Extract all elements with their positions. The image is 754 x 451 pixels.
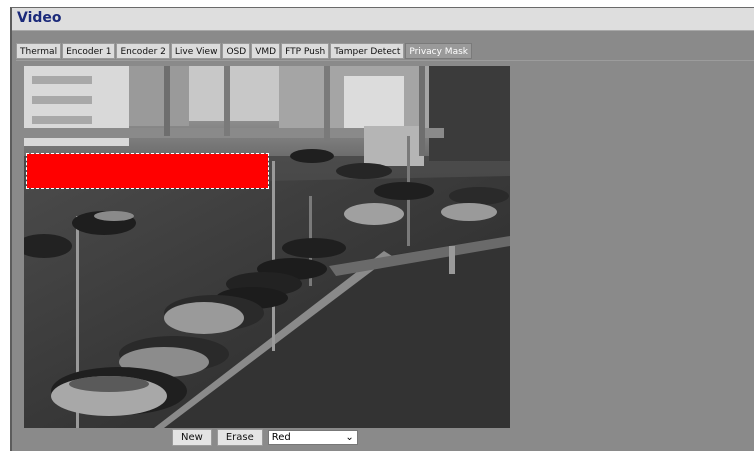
chevron-down-icon: ⌄ (345, 432, 354, 443)
thermal-video-preview[interactable] (24, 66, 510, 428)
tab-encoder-2[interactable]: Encoder 2 (116, 43, 170, 59)
mask-color-select-value: Red (271, 432, 291, 443)
tab-bar: Thermal Encoder 1 Encoder 2 Live View OS… (16, 43, 473, 60)
tab-osd[interactable]: OSD (222, 43, 251, 59)
tab-vmd[interactable]: VMD (251, 43, 281, 59)
tab-privacy-mask[interactable]: Privacy Mask (405, 43, 472, 59)
tab-ftp-push[interactable]: FTP Push (281, 43, 330, 59)
new-mask-button[interactable]: New (172, 429, 212, 446)
section-header: Video (12, 8, 754, 31)
privacy-mask-region[interactable] (26, 153, 269, 189)
tab-thermal[interactable]: Thermal (16, 43, 62, 59)
privacy-mask-controls: New Erase Red ⌄ (172, 429, 358, 446)
tab-tamper-detect[interactable]: Tamper Detect (330, 43, 405, 59)
thermal-scene-image (24, 66, 510, 428)
video-settings-window: Video Thermal Encoder 1 Encoder 2 Live V… (10, 7, 754, 451)
tab-encoder-1[interactable]: Encoder 1 (62, 43, 116, 59)
mask-color-select[interactable]: Red ⌄ (267, 430, 358, 445)
tab-live-view[interactable]: Live View (170, 43, 222, 59)
erase-mask-button[interactable]: Erase (216, 429, 263, 446)
section-title: Video (17, 10, 62, 26)
